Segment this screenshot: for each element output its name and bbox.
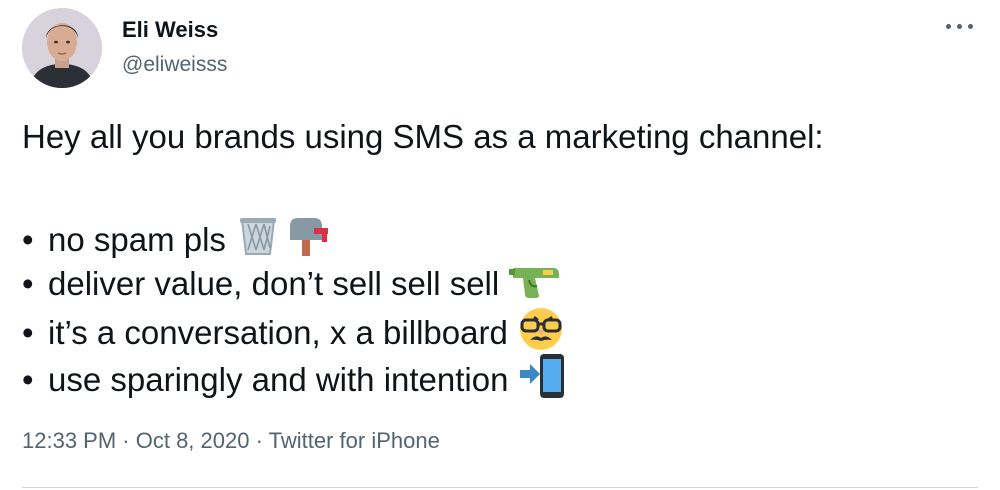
- water-pistol-icon: [509, 260, 563, 308]
- bullet: •: [22, 265, 34, 302]
- tweet-list-item-text: it’s a conversation, x a billboard: [48, 314, 508, 351]
- avatar-photo: [22, 8, 102, 88]
- tweet-list-item: • deliver value, don’t sell sell sell: [22, 260, 563, 308]
- tweet-card: Eli Weiss @eliweisss Hey all you brands …: [0, 0, 1000, 490]
- meta-separator: ·: [116, 428, 136, 453]
- more-dot-icon: [968, 24, 973, 29]
- tweet-list-item-text: use sparingly and with intention: [48, 361, 509, 398]
- tweet-meta: 12:33 PM · Oct 8, 2020 · Twitter for iPh…: [22, 428, 440, 454]
- more-options-button[interactable]: [938, 14, 982, 38]
- tweet-source-link[interactable]: Twitter for iPhone: [269, 428, 440, 453]
- bullet: •: [22, 314, 34, 351]
- author-handle[interactable]: @eliweisss: [122, 53, 227, 77]
- tweet-intro: Hey all you brands using SMS as a market…: [22, 118, 824, 155]
- meta-separator: ·: [249, 428, 269, 453]
- mailbox-icon: [284, 214, 332, 266]
- mobile-arrow-icon: [518, 352, 568, 408]
- avatar[interactable]: [22, 8, 102, 88]
- tweet-list-item: • use sparingly and with intention: [22, 352, 568, 408]
- wastebasket-icon: [236, 214, 280, 266]
- bullet: •: [22, 221, 34, 258]
- bullet: •: [22, 361, 34, 398]
- tweet-time[interactable]: 12:33 PM: [22, 428, 116, 453]
- tweet-list-item-text: deliver value, don’t sell sell sell: [48, 265, 500, 302]
- tweet-date[interactable]: Oct 8, 2020: [136, 428, 250, 453]
- divider: [22, 487, 978, 488]
- more-dot-icon: [946, 24, 951, 29]
- tweet-list-item: • no spam pls: [22, 214, 332, 266]
- more-dot-icon: [957, 24, 962, 29]
- tweet-list-item-text: no spam pls: [48, 221, 226, 258]
- author-name[interactable]: Eli Weiss: [122, 17, 218, 43]
